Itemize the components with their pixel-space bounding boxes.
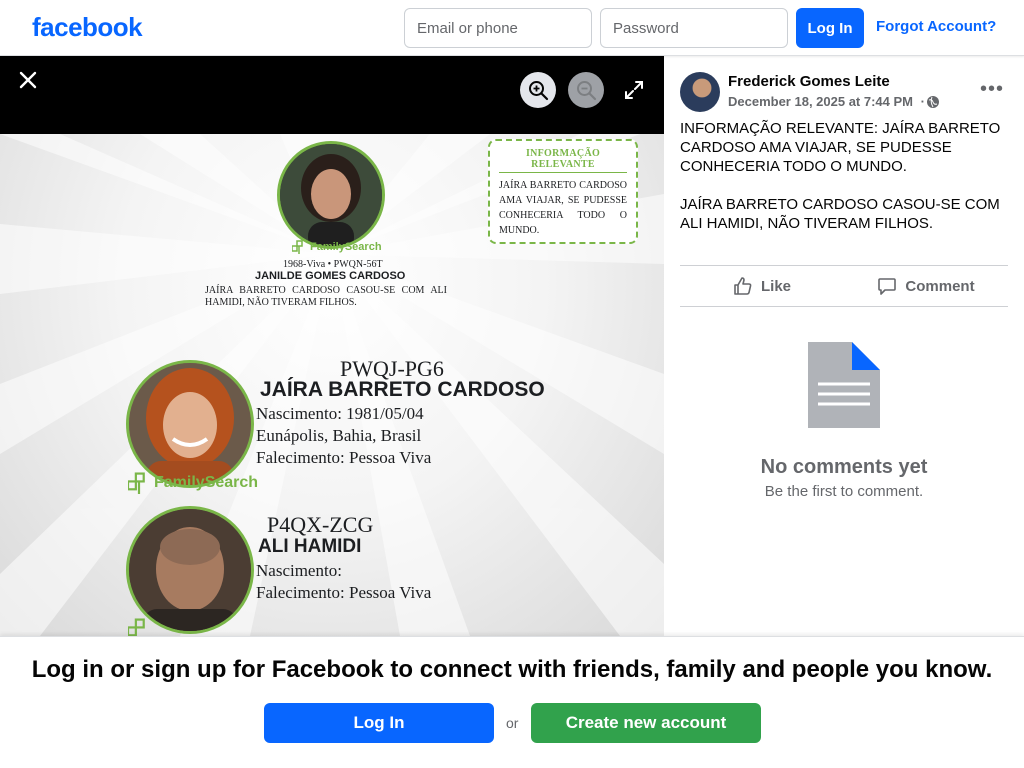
top-person-description: JAÍRA BARRETO CARDOSO CASOU-SE COM ALI H… <box>205 285 447 308</box>
familysearch-logo: FamilySearch <box>128 472 258 494</box>
post-date[interactable]: December 18, 2025 at 7:44 PM · <box>728 94 925 109</box>
date-separator: · <box>920 94 925 109</box>
person1-name: JAÍRA BARRETO CARDOSO <box>260 378 545 401</box>
comment-icon <box>878 278 897 295</box>
globe-icon <box>926 95 940 109</box>
create-account-button[interactable]: Create new account <box>531 703 761 743</box>
like-button[interactable]: Like <box>680 266 844 306</box>
facebook-logo[interactable]: facebook <box>32 12 143 43</box>
info-box: INFORMAÇÃO RELEVANTE JAÍRA BARRETO CARDO… <box>488 139 638 244</box>
person2-name: ALI HAMIDI <box>258 536 362 557</box>
person2-code: P4QX-ZCG <box>267 512 374 537</box>
empty-comments: No comments yet Be the first to comment. <box>680 340 1008 500</box>
login-banner: Log in or sign up for Facebook to connec… <box>0 636 1024 768</box>
post-paragraph: JAÍRA BARRETO CARDOSO CASOU-SE COM ALI H… <box>680 196 1000 232</box>
info-box-text: JAÍRA BARRETO CARDOSO AMA VIAJAR, SE PUD… <box>499 180 627 236</box>
login-button[interactable]: Log In <box>796 8 864 48</box>
post-author[interactable]: Frederick Gomes Leite <box>728 73 890 90</box>
person2-birth: Nascimento: <box>256 561 342 580</box>
top-navbar: facebook Log In Forgot Account? <box>0 0 1024 56</box>
familysearch-logo-text: FamilySearch <box>154 474 259 491</box>
post-text: INFORMAÇÃO RELEVANTE: JAÍRA BARRETO CARD… <box>680 119 1010 252</box>
banner-text: Log in or sign up for Facebook to connec… <box>31 656 993 683</box>
portrait-ali <box>126 506 254 634</box>
avatar[interactable] <box>680 72 720 112</box>
person2-death: Falecimento: Pessoa Viva <box>256 583 432 602</box>
info-box-title: INFORMAÇÃO RELEVANTE <box>499 148 627 173</box>
more-options-icon[interactable]: ••• <box>980 78 1004 101</box>
person1-death: Falecimento: Pessoa Viva <box>256 448 432 467</box>
comment-button[interactable]: Comment <box>844 266 1008 306</box>
top-person-meta: 1968-Viva • PWQN-56T <box>283 259 383 270</box>
zoom-out-icon[interactable] <box>568 72 604 108</box>
post-date-text[interactable]: December 18, 2025 at 7:44 PM <box>728 94 913 109</box>
familysearch-logo: FamilySearch <box>292 240 382 254</box>
post-photo[interactable]: FamilySearch 1968-Viva • PWQN-56T JANILD… <box>0 134 664 636</box>
portrait-jaira <box>126 360 254 488</box>
like-icon <box>734 277 752 295</box>
comment-label: Comment <box>905 277 975 295</box>
banner-or-label: or <box>506 715 519 731</box>
person1-place: Eunápolis, Bahia, Brasil <box>256 426 422 445</box>
person1-birth: Nascimento: 1981/05/04 <box>256 404 424 423</box>
banner-login-button[interactable]: Log In <box>264 703 494 743</box>
post-paragraph: INFORMAÇÃO RELEVANTE: JAÍRA BARRETO CARD… <box>680 120 1001 175</box>
empty-comments-title: No comments yet <box>760 456 928 478</box>
top-person-name: JANILDE GOMES CARDOSO <box>255 270 406 282</box>
fullscreen-icon[interactable] <box>622 78 646 102</box>
email-field[interactable] <box>404 8 592 48</box>
photo-viewer: FamilySearch 1968-Viva • PWQN-56T JANILD… <box>0 56 664 636</box>
portrait-janilde <box>277 141 385 249</box>
zoom-in-icon[interactable] <box>520 72 556 108</box>
familysearch-logo-partial <box>128 618 150 636</box>
like-label: Like <box>760 277 791 295</box>
familysearch-logo-text: FamilySearch <box>310 241 382 253</box>
post-actions: Like Comment <box>680 265 1008 307</box>
empty-comments-subtitle: Be the first to comment. <box>764 483 924 500</box>
post-panel: Frederick Gomes Leite December 18, 2025 … <box>664 56 1024 636</box>
close-icon[interactable] <box>14 66 42 94</box>
password-field[interactable] <box>600 8 788 48</box>
forgot-account-link[interactable]: Forgot Account? <box>876 18 996 35</box>
document-icon <box>806 340 882 430</box>
